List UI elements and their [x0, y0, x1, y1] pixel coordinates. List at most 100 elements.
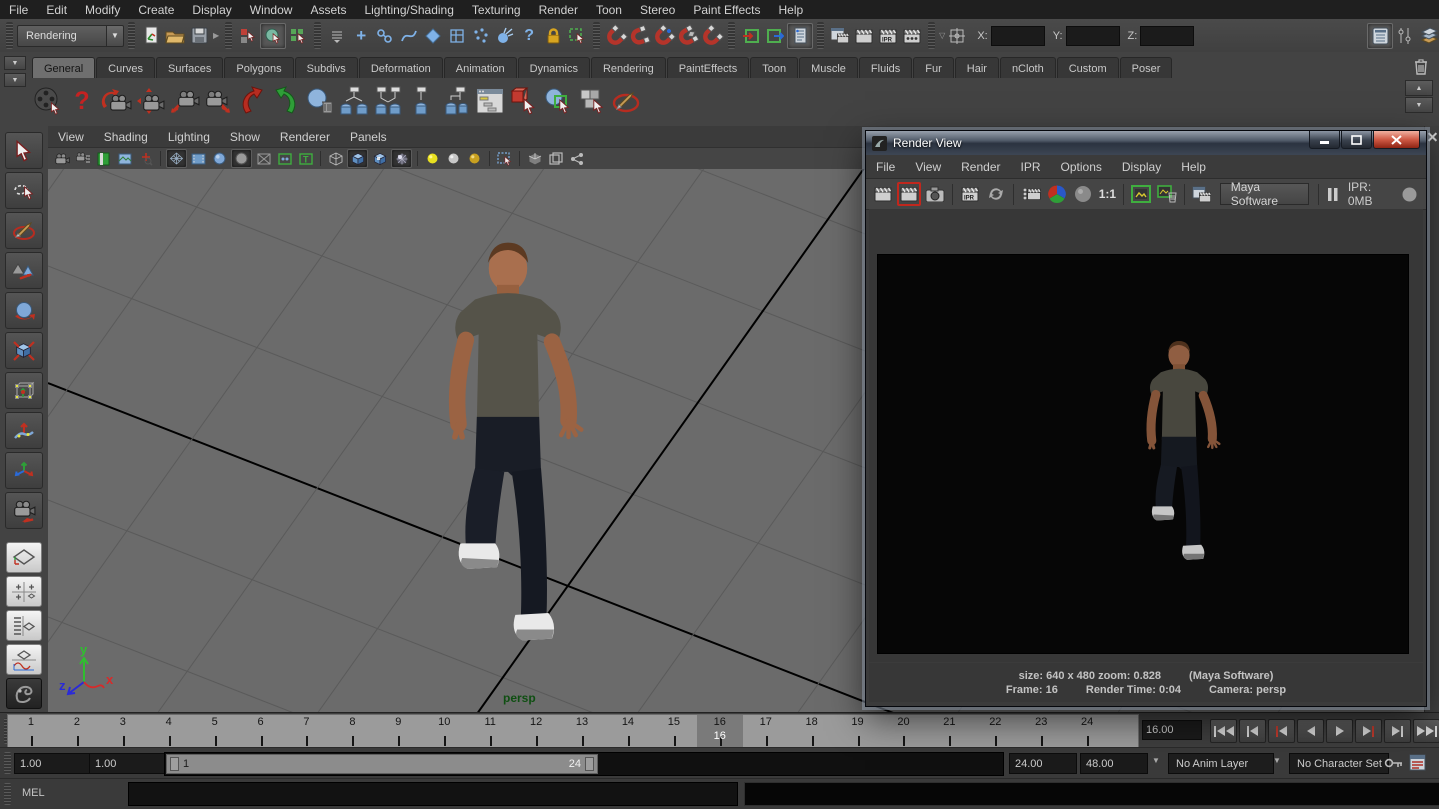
- input-connections-icon[interactable]: [739, 24, 763, 48]
- rotate-tool[interactable]: [5, 292, 43, 329]
- show-manipulator-tool[interactable]: [5, 452, 43, 489]
- redo-previous-render-button[interactable]: [897, 182, 921, 206]
- timeline-frame-13[interactable]: 13: [559, 715, 605, 748]
- wireframe-display-icon[interactable]: [326, 150, 345, 167]
- pause-ipr-button[interactable]: [1324, 182, 1342, 206]
- timeline-frame-9[interactable]: 9: [375, 715, 421, 748]
- main-menu-render[interactable]: Render: [530, 0, 587, 19]
- chevron-down-icon[interactable]: ▼: [1273, 756, 1281, 765]
- timeline-frame-4[interactable]: 4: [146, 715, 192, 748]
- shelf-tab-painteffects[interactable]: PaintEffects: [667, 57, 750, 78]
- select-surfaces-mask-icon[interactable]: [421, 24, 445, 48]
- statusline-grip[interactable]: [314, 22, 321, 48]
- collapse-arrow-icon[interactable]: ▶: [213, 31, 219, 40]
- snap-to-point-icon[interactable]: [652, 24, 676, 48]
- timeline-frame-5[interactable]: 5: [192, 715, 238, 748]
- track-camera-shelf-button[interactable]: [134, 83, 166, 119]
- range-start-handle[interactable]: [170, 757, 179, 771]
- shelf-tab-muscle[interactable]: Muscle: [799, 57, 858, 78]
- shelf-tab-custom[interactable]: Custom: [1057, 57, 1119, 78]
- step-forward-key-button[interactable]: [1355, 719, 1382, 743]
- panel-menu-shading[interactable]: Shading: [94, 130, 158, 144]
- playback-end-input[interactable]: [1009, 753, 1077, 774]
- shelf-tab-surfaces[interactable]: Surfaces: [156, 57, 223, 78]
- render-view-menu-ipr[interactable]: IPR: [1011, 160, 1051, 174]
- camera-bookmark-icon[interactable]: [73, 150, 92, 167]
- render-region-button[interactable]: [1019, 182, 1043, 206]
- timeline-frame-7[interactable]: 7: [284, 715, 330, 748]
- grid-toggle-icon[interactable]: [166, 149, 187, 168]
- animation-preferences-button[interactable]: [1409, 754, 1426, 774]
- main-menu-help[interactable]: Help: [770, 0, 813, 19]
- panel-menu-panels[interactable]: Panels: [340, 130, 397, 144]
- shelf-tab-general[interactable]: General: [32, 57, 95, 78]
- shelf-tab-toon[interactable]: Toon: [750, 57, 798, 78]
- step-back-frame-button[interactable]: [1239, 719, 1266, 743]
- panel-menu-lighting[interactable]: Lighting: [158, 130, 220, 144]
- render-view-window[interactable]: Render View FileViewRenderIPROptionsDisp…: [865, 130, 1427, 707]
- range-grip[interactable]: [4, 752, 11, 774]
- statusline-grip[interactable]: [6, 22, 13, 48]
- keep-image-button[interactable]: [1129, 182, 1153, 206]
- shelf-scroll-up-button[interactable]: ▲: [1405, 80, 1433, 96]
- remove-image-button[interactable]: [1155, 182, 1179, 206]
- help-shelf-button[interactable]: ?: [66, 83, 98, 119]
- snap-to-curve-icon[interactable]: [628, 24, 652, 48]
- main-menu-file[interactable]: File: [0, 0, 37, 19]
- timeline-frame-12[interactable]: 12: [513, 715, 559, 748]
- render-image-viewer[interactable]: [869, 209, 1423, 662]
- lasso-select-tool[interactable]: [5, 172, 43, 209]
- select-misc-mask-icon[interactable]: ?: [517, 24, 541, 48]
- anim-layer-selector[interactable]: No Anim Layer: [1168, 753, 1274, 774]
- main-menu-window[interactable]: Window: [241, 0, 302, 19]
- main-menu-edit[interactable]: Edit: [37, 0, 76, 19]
- scale-tool[interactable]: [5, 332, 43, 369]
- paint-effects-shelf-button[interactable]: [610, 83, 642, 119]
- parent-shelf-button[interactable]: [372, 83, 404, 119]
- timeline-filler[interactable]: [1110, 715, 1138, 748]
- timeline-frame-21[interactable]: 21: [926, 715, 972, 748]
- move-tool[interactable]: [5, 252, 43, 289]
- hypergraph-layout-button[interactable]: [6, 678, 42, 709]
- shelf-tab-hair[interactable]: Hair: [955, 57, 999, 78]
- gate-mask-icon[interactable]: [231, 149, 252, 168]
- select-object-mode-button[interactable]: [260, 23, 286, 49]
- main-menu-stereo[interactable]: Stereo: [631, 0, 684, 19]
- shelf-item-menu-arrow[interactable]: ▼: [4, 73, 26, 87]
- select-rendering-mask-icon[interactable]: [493, 24, 517, 48]
- timeline-frame-22[interactable]: 22: [972, 715, 1018, 748]
- safe-action-icon[interactable]: [275, 150, 294, 167]
- bookmarks-icon[interactable]: [94, 150, 113, 167]
- playback-range-bar[interactable]: 1 24: [166, 754, 598, 774]
- snap-to-plane-icon[interactable]: [676, 24, 700, 48]
- ipr-render-button[interactable]: IPR: [958, 182, 982, 206]
- save-scene-button[interactable]: [187, 24, 211, 48]
- timeline-frame-2[interactable]: 2: [54, 715, 100, 748]
- smooth-shade-display-icon[interactable]: [347, 149, 368, 168]
- channel-box-toggle[interactable]: [1417, 24, 1439, 48]
- statusline-grip[interactable]: [225, 22, 232, 48]
- shelf-tab-dynamics[interactable]: Dynamics: [518, 57, 590, 78]
- selection-mask-combo-icon[interactable]: [325, 24, 349, 48]
- timeline-frame-24[interactable]: 24: [1064, 715, 1110, 748]
- timeline-frame-18[interactable]: 18: [789, 715, 835, 748]
- render-view-menu-file[interactable]: File: [866, 160, 905, 174]
- main-menu-lighting-shading[interactable]: Lighting/Shading: [355, 0, 462, 19]
- make-live-icon[interactable]: [700, 24, 724, 48]
- shelf-tab-rendering[interactable]: Rendering: [591, 57, 666, 78]
- timeline-frame-14[interactable]: 14: [605, 715, 651, 748]
- shelf-tab-poser[interactable]: Poser: [1120, 57, 1173, 78]
- image-plane-icon[interactable]: [115, 150, 134, 167]
- shelf-menu-arrow[interactable]: ▼: [4, 56, 26, 70]
- select-multi-shelf-button[interactable]: [576, 83, 608, 119]
- attribute-editor-toggle[interactable]: [1367, 23, 1393, 49]
- shelf-tab-animation[interactable]: Animation: [444, 57, 517, 78]
- universal-manipulator-tool[interactable]: [5, 372, 43, 409]
- step-back-key-button[interactable]: [1268, 719, 1295, 743]
- refresh-ipr-button[interactable]: [984, 182, 1008, 206]
- tumble-camera-shelf-button[interactable]: [100, 83, 132, 119]
- time-ruler[interactable]: 1234567891011121314151616171819202122232…: [7, 714, 1139, 749]
- main-menu-modify[interactable]: Modify: [76, 0, 129, 19]
- timeline-frame-10[interactable]: 10: [421, 715, 467, 748]
- step-forward-frame-button[interactable]: [1384, 719, 1411, 743]
